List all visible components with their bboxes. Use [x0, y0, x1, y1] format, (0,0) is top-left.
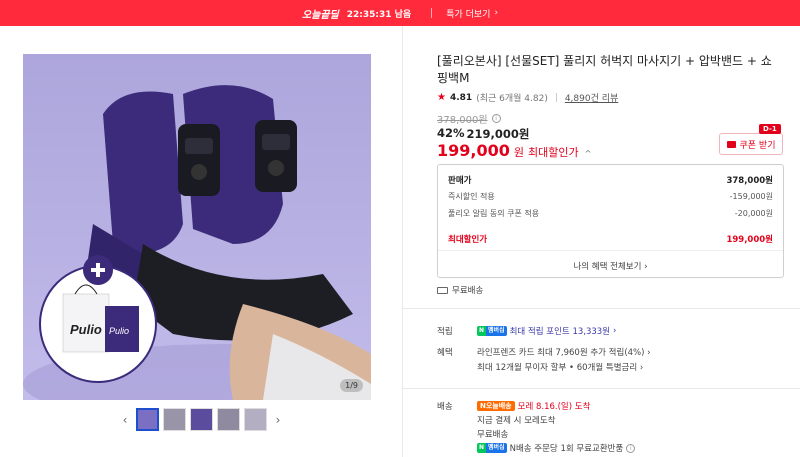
free-return-row: N 멤버십 N배송 주문당 1회 무료교환반품 i: [477, 442, 636, 454]
instant-discount-label: 즉시할인 적용: [448, 192, 495, 201]
svg-text:Pulio: Pulio: [70, 322, 102, 337]
sale-price-row: 42% 219,000원: [437, 126, 530, 142]
coupon-discount-label: 풀리오 알림 동의 쿠폰 적용: [448, 209, 540, 218]
info-icon[interactable]: i: [626, 443, 636, 453]
coupon-discount-value: -20,000원: [734, 209, 773, 218]
price-breakdown-box: 판매가 378,000원 즉시할인 적용 -159,000원 풀리오 알림 동의…: [437, 164, 784, 278]
max-discount-row[interactable]: 199,000 원 최대할인가 ^: [437, 141, 591, 160]
card-benefit-link[interactable]: 라인프렌즈 카드 최대 7,960원 추가 적립(4%) ›: [477, 346, 651, 358]
thumbnail-3[interactable]: [190, 408, 213, 431]
max-discount-label: 최대할인가: [528, 146, 579, 159]
rating-row: ★ 4.81 (최근 6개월 4.82) 4,890건 리뷰: [437, 91, 618, 104]
info-icon[interactable]: i: [491, 114, 501, 123]
chevron-right-icon: ›: [613, 326, 617, 336]
svg-text:Pulio: Pulio: [109, 326, 129, 336]
star-icon: ★: [437, 92, 446, 103]
naver-membership-badge: N 멤버십: [477, 443, 507, 453]
coupon-icon: [726, 140, 736, 148]
points-label: 적립: [437, 327, 453, 337]
free-shipping-row: 무료배송: [437, 284, 483, 296]
product-title: [풀리오본사] [선물SET] 풀리지 허벅지 마사지기 + 압박밴드 + 쇼핑…: [437, 54, 772, 85]
instant-discount-value: -159,000원: [729, 192, 773, 201]
rating-divider: [555, 93, 557, 102]
coupon-label: 쿠폰 받기: [739, 140, 776, 151]
list-price-value: 378,000원: [726, 176, 773, 186]
thumbnail-1[interactable]: [136, 408, 159, 431]
review-count-link[interactable]: 4,890건 리뷰: [565, 91, 618, 104]
free-return-text: N배송 주문당 1회 무료교환반품: [509, 444, 624, 454]
image-counter: 1/9: [340, 379, 363, 392]
original-price-value: 378,000원: [437, 115, 488, 126]
thumbnail-5[interactable]: [244, 408, 267, 431]
points-text: 최대 적립 포인트 13,333원: [509, 327, 611, 337]
deal-tag: 오늘끝딜: [301, 9, 339, 21]
dday-badge: D-1: [759, 124, 781, 134]
more-deals-label: 특가 더보기: [446, 9, 491, 20]
thumbnail-2[interactable]: [163, 408, 186, 431]
chevron-left-icon[interactable]: ‹: [118, 413, 132, 427]
free-shipping-label: 무료배송: [452, 286, 484, 296]
delivery-free: 무료배송: [477, 430, 509, 440]
thumbnail-4[interactable]: [217, 408, 240, 431]
sale-price: 219,000원: [466, 127, 530, 141]
naver-membership-badge: N 멤버십: [477, 326, 507, 336]
banner-divider: [431, 8, 433, 18]
points-link[interactable]: N 멤버십 최대 적립 포인트 13,333원 ›: [477, 325, 616, 337]
max-discount-price: 199,000: [437, 141, 510, 160]
delivery-note: 지금 결제 시 모레도착: [477, 416, 556, 426]
column-divider: [402, 26, 403, 457]
original-price: 378,000원 i: [437, 111, 501, 126]
price-row-instant: 즉시할인 적용 -159,000원: [448, 191, 773, 202]
today-delivery-badge: N오늘배송: [477, 401, 515, 411]
massager-photo: Pulio Pulio: [23, 85, 371, 400]
price-box-divider: [438, 250, 783, 251]
max-discount-unit: 원: [513, 146, 524, 159]
product-main-image[interactable]: Pulio Pulio 1/9: [23, 54, 371, 400]
discount-percent: 42%: [437, 126, 465, 140]
all-benefits-link[interactable]: 나의 혜택 전체보기 ›: [438, 260, 783, 272]
list-price-label: 판매가: [448, 176, 472, 186]
price-row-max: 최대할인가 199,000원: [448, 233, 773, 245]
deal-countdown: 22:35:31 남음: [346, 9, 412, 20]
coupon-button[interactable]: 쿠폰 받기: [719, 133, 783, 155]
price-row-list: 판매가 378,000원: [448, 174, 773, 186]
chevron-right-icon[interactable]: ›: [271, 413, 285, 427]
max-price-value: 199,000원: [726, 235, 773, 245]
installment-benefit-link[interactable]: 최대 12개월 무이자 할부 • 60개월 특별금리 ›: [477, 361, 643, 373]
deal-banner: 오늘끝딜 22:35:31 남음 특가 더보기 ›: [0, 0, 800, 26]
today-delivery-row: N오늘배송 모레 8.16.(일) 도착: [477, 400, 590, 412]
rating-recent: (최근 6개월 4.82): [476, 94, 548, 104]
thumbnail-strip: ‹ ›: [118, 408, 285, 431]
more-deals-link[interactable]: 특가 더보기 ›: [446, 7, 498, 20]
delivery-label: 배송: [437, 402, 453, 412]
chevron-right-icon: ›: [494, 8, 499, 18]
rating-score: 4.81: [449, 92, 473, 103]
section-divider: [403, 308, 800, 309]
section-divider: [403, 388, 800, 389]
price-row-coupon: 풀리오 알림 동의 쿠폰 적용 -20,000원: [448, 208, 773, 219]
chevron-up-icon: ^: [584, 149, 592, 158]
benefits-label: 혜택: [437, 348, 453, 358]
max-price-label: 최대할인가: [448, 235, 488, 245]
truck-icon: [437, 286, 448, 294]
arrival-date: 모레 8.16.(일) 도착: [517, 402, 591, 412]
